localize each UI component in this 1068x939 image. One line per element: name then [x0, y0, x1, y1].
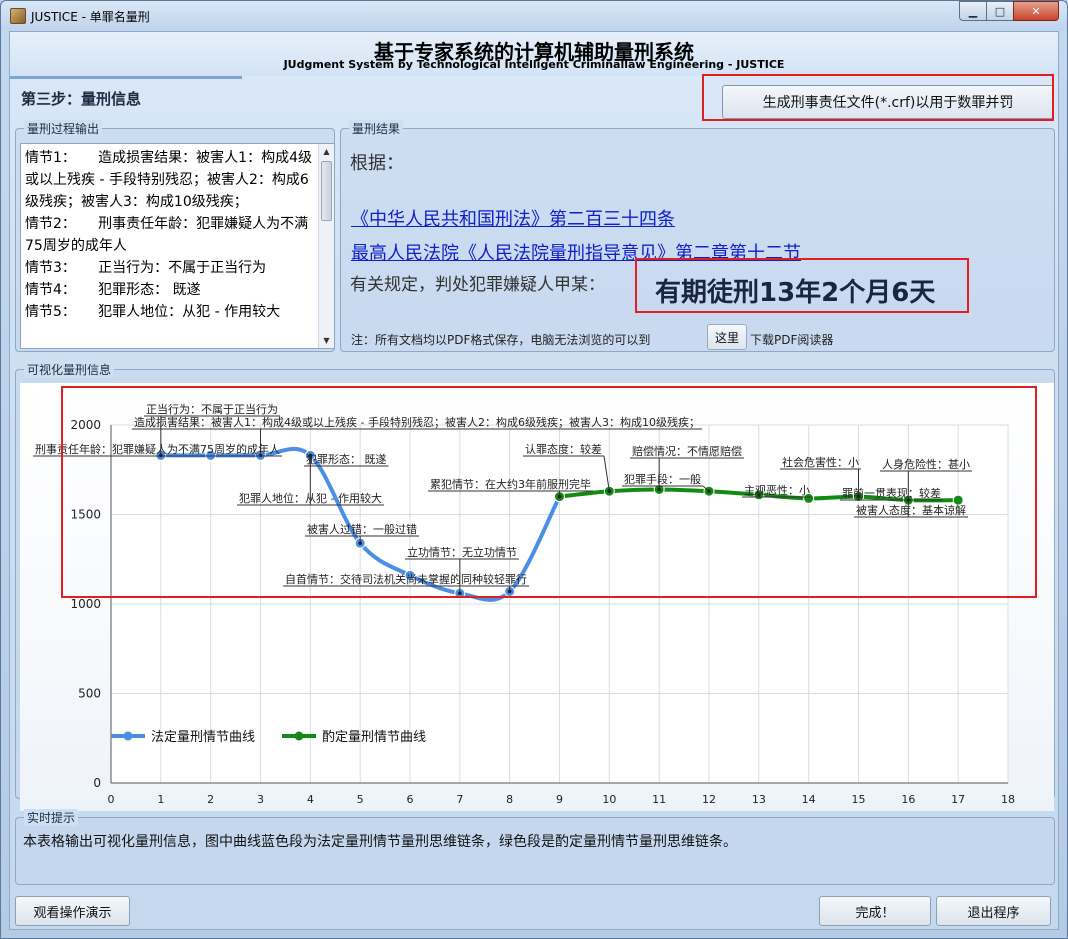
- chart-annotation: 立功情节：无立功情节: [407, 545, 517, 559]
- annotation-arrowhead: [757, 493, 761, 497]
- x-tick-label: 15: [852, 793, 866, 806]
- pdf-download-here-button[interactable]: 这里: [707, 324, 747, 350]
- chart-annotation: 自首情节：交待司法机关尚未掌握的同种较轻罪行: [285, 572, 527, 586]
- process-output-title: 量刑过程输出: [24, 120, 103, 137]
- legend-label-2: 酌定量刑情节曲线: [322, 730, 426, 745]
- close-button[interactable]: ✕: [1013, 1, 1059, 21]
- x-tick-label: 4: [307, 793, 314, 806]
- chart-annotation: 刑事责任年龄：犯罪嫌疑人为不满75周岁的成年人: [35, 442, 280, 456]
- x-tick-label: 16: [901, 793, 915, 806]
- process-output-scrollbar[interactable]: ▲ ▼: [318, 144, 334, 348]
- window-title: JUSTICE - 单罪名量刑: [31, 10, 150, 24]
- x-tick-label: 3: [257, 793, 264, 806]
- x-tick-label: 0: [108, 793, 115, 806]
- chart-annotation: 犯罪形态： 既遂: [306, 452, 387, 466]
- tips-group: 实时提示 本表格输出可视化量刑信息，图中曲线蓝色段为法定量刑情节量刑思维链条，绿…: [15, 809, 1055, 885]
- chart-annotation: 主观恶性：小: [744, 483, 810, 497]
- title-bar[interactable]: JUSTICE - 单罪名量刑 ▁ □ ✕: [1, 1, 1067, 31]
- tips-title: 实时提示: [24, 809, 79, 826]
- client-area: 基于专家系统的计算机辅助量刑系统 JUdgment System by Tech…: [9, 31, 1059, 930]
- window-controls: ▁ □ ✕: [959, 1, 1059, 21]
- visualization-title: 可视化量刑信息: [24, 361, 115, 378]
- x-tick-label: 2: [207, 793, 214, 806]
- step-title: 第三步：量刑信息: [21, 90, 142, 108]
- done-button[interactable]: 完成！: [819, 896, 931, 926]
- annotation-arrowhead: [308, 453, 313, 458]
- annotation-arrowhead: [607, 489, 612, 494]
- chart-annotation: 认罪态度：较差: [525, 442, 602, 456]
- x-tick-label: 12: [702, 793, 716, 806]
- x-tick-label: 14: [802, 793, 816, 806]
- rule-text: 有关规定，判处犯罪嫌疑人甲某：: [350, 275, 605, 295]
- x-tick-label: 9: [556, 793, 563, 806]
- chart-annotation: 罪前一贯表现：较差: [842, 486, 941, 500]
- scroll-thumb[interactable]: [321, 161, 332, 221]
- chart-svg: 0 1 2 3 4 5 6 7 8 9 10 11 12 13 14 15 16 17 18050010001500…: [33, 402, 1015, 806]
- x-tick-label: 11: [652, 793, 666, 806]
- chart-annotation: 人身危险性：甚小: [882, 457, 970, 471]
- y-tick-label: 0: [93, 776, 101, 790]
- visualization-group: 可视化量刑信息 0 1 2 3 4 5 6 7 8 9 10 11 12 13 14 15 16 17 18 0 500…: [15, 361, 1055, 811]
- generate-crf-button[interactable]: 生成刑事责任文件(*.crf)以用于数罪并罚: [722, 85, 1054, 119]
- y-tick-label: 2000: [70, 418, 101, 432]
- annotation-arrowhead: [458, 591, 462, 596]
- chart-annotation: 造成损害结果：被害人1：构成4级或以上残疾 - 手段特别残忍；被害人2：构成6级…: [134, 415, 700, 429]
- exit-button[interactable]: 退出程序: [936, 896, 1051, 926]
- annotation-arrowhead: [358, 541, 362, 545]
- app-window: JUSTICE - 单罪名量刑 ▁ □ ✕ 基于专家系统的计算机辅助量刑系统 J…: [0, 0, 1068, 939]
- legend-marker-2: [294, 731, 304, 741]
- pdf-note-suffix: 下载PDF阅读器: [750, 333, 834, 347]
- annotation-arrowhead: [657, 487, 661, 492]
- legend-label-1: 法定量刑情节曲线: [151, 730, 255, 745]
- x-tick-label: 7: [456, 793, 463, 806]
- annotation-arrowhead: [707, 489, 711, 494]
- process-output-text: 情节1： 造成损害结果：被害人1：构成4级或以上残疾 - 手段特别残忍；被害人2…: [25, 150, 312, 320]
- scroll-up-icon[interactable]: ▲: [319, 144, 334, 159]
- x-tick-label: 1: [157, 793, 164, 806]
- chart-annotation: 累犯情节：在大约3年前服刑完毕: [430, 477, 591, 491]
- y-tick-label: 500: [78, 687, 101, 701]
- chart-annotation: 社会危害性：小: [782, 455, 859, 469]
- annotation-arrowhead: [507, 589, 512, 594]
- x-tick-label: 6: [407, 793, 414, 806]
- criminal-law-link[interactable]: 《中华人民共和国刑法》第二百三十四条: [351, 205, 675, 231]
- basis-label: 根据：: [350, 153, 404, 174]
- chart-annotation: 正当行为：不属于正当行为: [146, 402, 278, 416]
- process-output-group: 量刑过程输出 情节1： 造成损害结果：被害人1：构成4级或以上残疾 - 手段特别…: [15, 120, 335, 352]
- x-tick-label: 10: [602, 793, 616, 806]
- x-tick-label: 18: [1001, 793, 1015, 806]
- y-tick-label: 1000: [70, 597, 101, 611]
- watch-demo-button[interactable]: 观看操作演示: [15, 896, 130, 926]
- chart-annotation: 犯罪手段：一般: [624, 472, 701, 486]
- legend-marker-1: [123, 731, 133, 741]
- system-subtitle: JUdgment System by Technological Intelli…: [283, 58, 785, 71]
- chart-annotation: 被害人过错：一般过错: [307, 522, 417, 536]
- tips-text: 本表格输出可视化量刑信息，图中曲线蓝色段为法定量刑情节量刑思维链条，绿色段是酌定…: [23, 834, 737, 850]
- result-title: 量刑结果: [349, 120, 404, 137]
- sentencing-guideline-link[interactable]: 最高人民法院《人民法院量刑指导意见》第二章第十二节: [351, 239, 801, 265]
- x-tick-label: 17: [951, 793, 965, 806]
- result-group: 量刑结果 根据： 《中华人民共和国刑法》第二百三十四条 最高人民法院《人民法院量…: [340, 120, 1055, 352]
- process-output-textbox[interactable]: 情节1： 造成损害结果：被害人1：构成4级或以上残疾 - 手段特别残忍；被害人2…: [20, 143, 335, 349]
- annotation-arrowhead: [557, 494, 562, 499]
- header: 基于专家系统的计算机辅助量刑系统 JUdgment System by Tech…: [10, 32, 1058, 76]
- header-accent-bar: [10, 76, 242, 79]
- chart-annotation: 被害人态度：基本谅解: [856, 503, 966, 517]
- maximize-button[interactable]: □: [986, 1, 1014, 21]
- x-tick-label: 13: [752, 793, 766, 806]
- annotation-arrowhead: [906, 498, 911, 502]
- app-icon: [10, 8, 26, 24]
- annotation-arrowhead: [856, 494, 861, 499]
- annotation-arrowhead: [159, 453, 163, 458]
- y-tick-label: 1500: [70, 508, 101, 522]
- minimize-button[interactable]: ▁: [959, 1, 987, 21]
- pdf-note: 注：所有文档均以PDF格式保存，电脑无法浏览的可以到: [351, 333, 651, 347]
- x-tick-label: 5: [357, 793, 364, 806]
- chart-annotation: 赔偿情况：不情愿赔偿: [632, 444, 742, 458]
- x-tick-label: 8: [506, 793, 513, 806]
- scroll-down-icon[interactable]: ▼: [319, 333, 334, 348]
- sentence-result: 有期徒刑13年2个月6天: [655, 278, 936, 308]
- sentencing-chart: 0 1 2 3 4 5 6 7 8 9 10 11 12 13 14 15 16 17 18 0 500 1000 1500…: [20, 383, 1054, 811]
